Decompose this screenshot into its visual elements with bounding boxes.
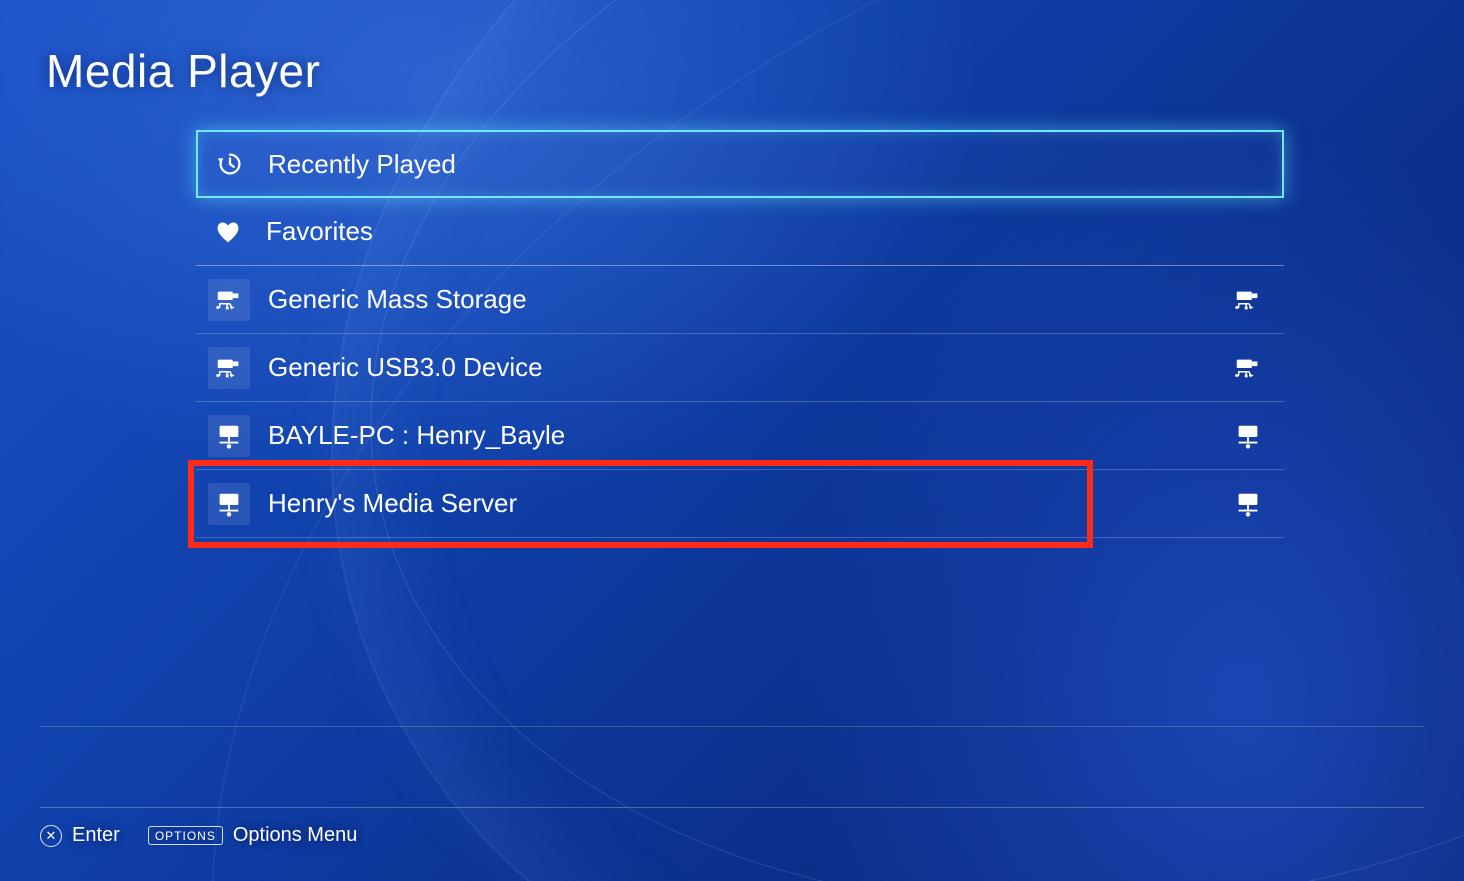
source-row[interactable]: Henry's Media Server [196, 470, 1284, 538]
source-row[interactable]: BAYLE-PC : Henry_Bayle [196, 402, 1284, 470]
usb-icon [1230, 285, 1266, 315]
divider [40, 726, 1424, 727]
source-row-label: Generic USB3.0 Device [268, 352, 1230, 383]
options-button-icon: OPTIONS [148, 826, 223, 845]
hint-enter: ✕ Enter [40, 824, 120, 847]
source-row[interactable]: Generic USB3.0 Device [196, 334, 1284, 402]
network-icon [1230, 421, 1266, 451]
source-row-label: Generic Mass Storage [268, 284, 1230, 315]
page-title: Media Player [46, 44, 320, 98]
source-row[interactable]: Recently Played [196, 130, 1284, 198]
hint-options: OPTIONS Options Menu [148, 824, 358, 847]
source-row-label: Henry's Media Server [268, 488, 1230, 519]
source-list: Recently Played Favorites Generic Mass Sto… [196, 130, 1284, 538]
source-row[interactable]: Generic Mass Storage [196, 266, 1284, 334]
network-icon [208, 483, 250, 525]
usb-icon [208, 347, 250, 389]
hint-enter-label: Enter [72, 824, 120, 847]
hint-options-label: Options Menu [233, 824, 358, 847]
usb-icon [1230, 353, 1266, 383]
source-row-label: Favorites [266, 216, 1266, 247]
cross-button-icon: ✕ [40, 825, 62, 847]
network-icon [1230, 489, 1266, 519]
history-icon [210, 144, 250, 184]
source-row[interactable]: Favorites [196, 198, 1284, 266]
source-row-label: Recently Played [268, 149, 1264, 180]
footer-hints: ✕ Enter OPTIONS Options Menu [40, 807, 1424, 847]
usb-icon [208, 279, 250, 321]
heart-icon [208, 212, 248, 252]
network-icon [208, 415, 250, 457]
source-row-label: BAYLE-PC : Henry_Bayle [268, 420, 1230, 451]
